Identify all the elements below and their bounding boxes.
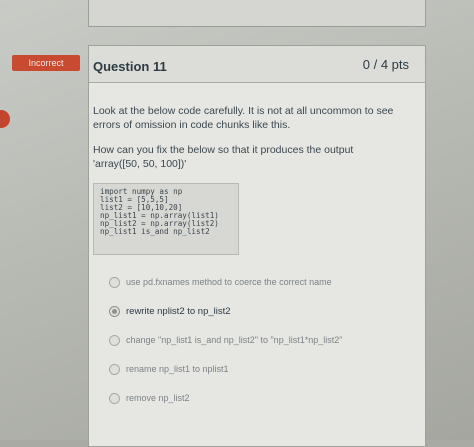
answer-option[interactable]: use pd.fxnames method to coerce the corr… — [109, 274, 332, 290]
radio-button[interactable] — [109, 276, 120, 288]
question-header: Question 11 0 / 4 pts — [89, 46, 425, 83]
incorrect-badge: Incorrect — [12, 55, 80, 71]
answer-label: rename np_list1 to nplist1 — [126, 364, 229, 374]
question-prompt-paragraph: Look at the below code carefully. It is … — [93, 105, 394, 131]
answer-option-selected[interactable]: rewrite nplist2 to np_list2 — [109, 303, 231, 319]
radio-button-selected[interactable] — [109, 305, 120, 317]
question-prompt-paragraph: How can you fix the below so that it pro… — [93, 144, 354, 170]
answer-label: rewrite nplist2 to np_list2 — [126, 305, 231, 317]
radio-button[interactable] — [109, 334, 120, 346]
question-points: 0 / 4 pts — [362, 57, 409, 72]
radio-button[interactable] — [109, 392, 120, 404]
previous-question-card — [88, 0, 426, 27]
answer-option[interactable]: change "np_list1 is_and np_list2" to "np… — [109, 332, 342, 348]
code-line: np_list1 is_and np_list2 — [100, 227, 210, 236]
radio-button[interactable] — [109, 363, 120, 375]
answer-option[interactable]: remove np_list2 — [109, 390, 190, 406]
answer-label: remove np_list2 — [126, 393, 190, 403]
answer-option[interactable]: rename np_list1 to nplist1 — [109, 361, 229, 377]
answer-label: use pd.fxnames method to coerce the corr… — [126, 277, 332, 287]
question-title: Question 11 — [93, 59, 167, 74]
code-block: import numpy as np list1 = [5,5,5] list2 =… — [93, 183, 239, 255]
question-card: Question 11 0 / 4 pts Look at the below … — [88, 45, 426, 447]
answer-label: change "np_list1 is_and np_list2" to "np… — [126, 335, 343, 345]
